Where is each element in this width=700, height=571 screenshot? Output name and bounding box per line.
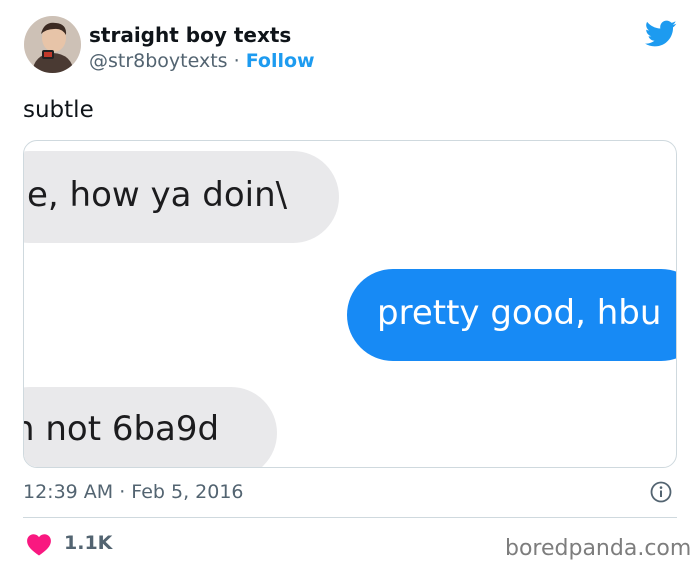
tweet-media[interactable]: e, how ya doin\ pretty good, hbu n not 6… <box>23 140 677 468</box>
author-handle[interactable]: @str8boytexts <box>89 50 228 72</box>
watermark: boredpanda.com <box>505 536 692 561</box>
follow-button[interactable]: Follow <box>246 50 315 72</box>
author-display-name[interactable]: straight boy texts <box>89 22 291 48</box>
divider <box>23 517 677 518</box>
author-handle-line: @str8boytexts · Follow <box>89 48 315 74</box>
like-count[interactable]: 1.1K <box>64 530 112 556</box>
heart-icon[interactable] <box>26 532 52 556</box>
tweet-text: subtle <box>23 97 94 123</box>
info-icon[interactable] <box>650 481 672 503</box>
avatar-image <box>24 16 81 73</box>
tweet-timestamp[interactable]: 12:39 AM · Feb 5, 2016 <box>23 479 244 505</box>
sent-message-bubble: pretty good, hbu <box>347 269 676 361</box>
received-message-bubble: e, how ya doin\ <box>24 151 339 243</box>
twitter-bird-icon[interactable] <box>645 20 677 48</box>
received-message-bubble: n not 6ba9d <box>24 387 277 467</box>
handle-separator: · <box>227 50 246 72</box>
avatar[interactable] <box>24 16 81 73</box>
